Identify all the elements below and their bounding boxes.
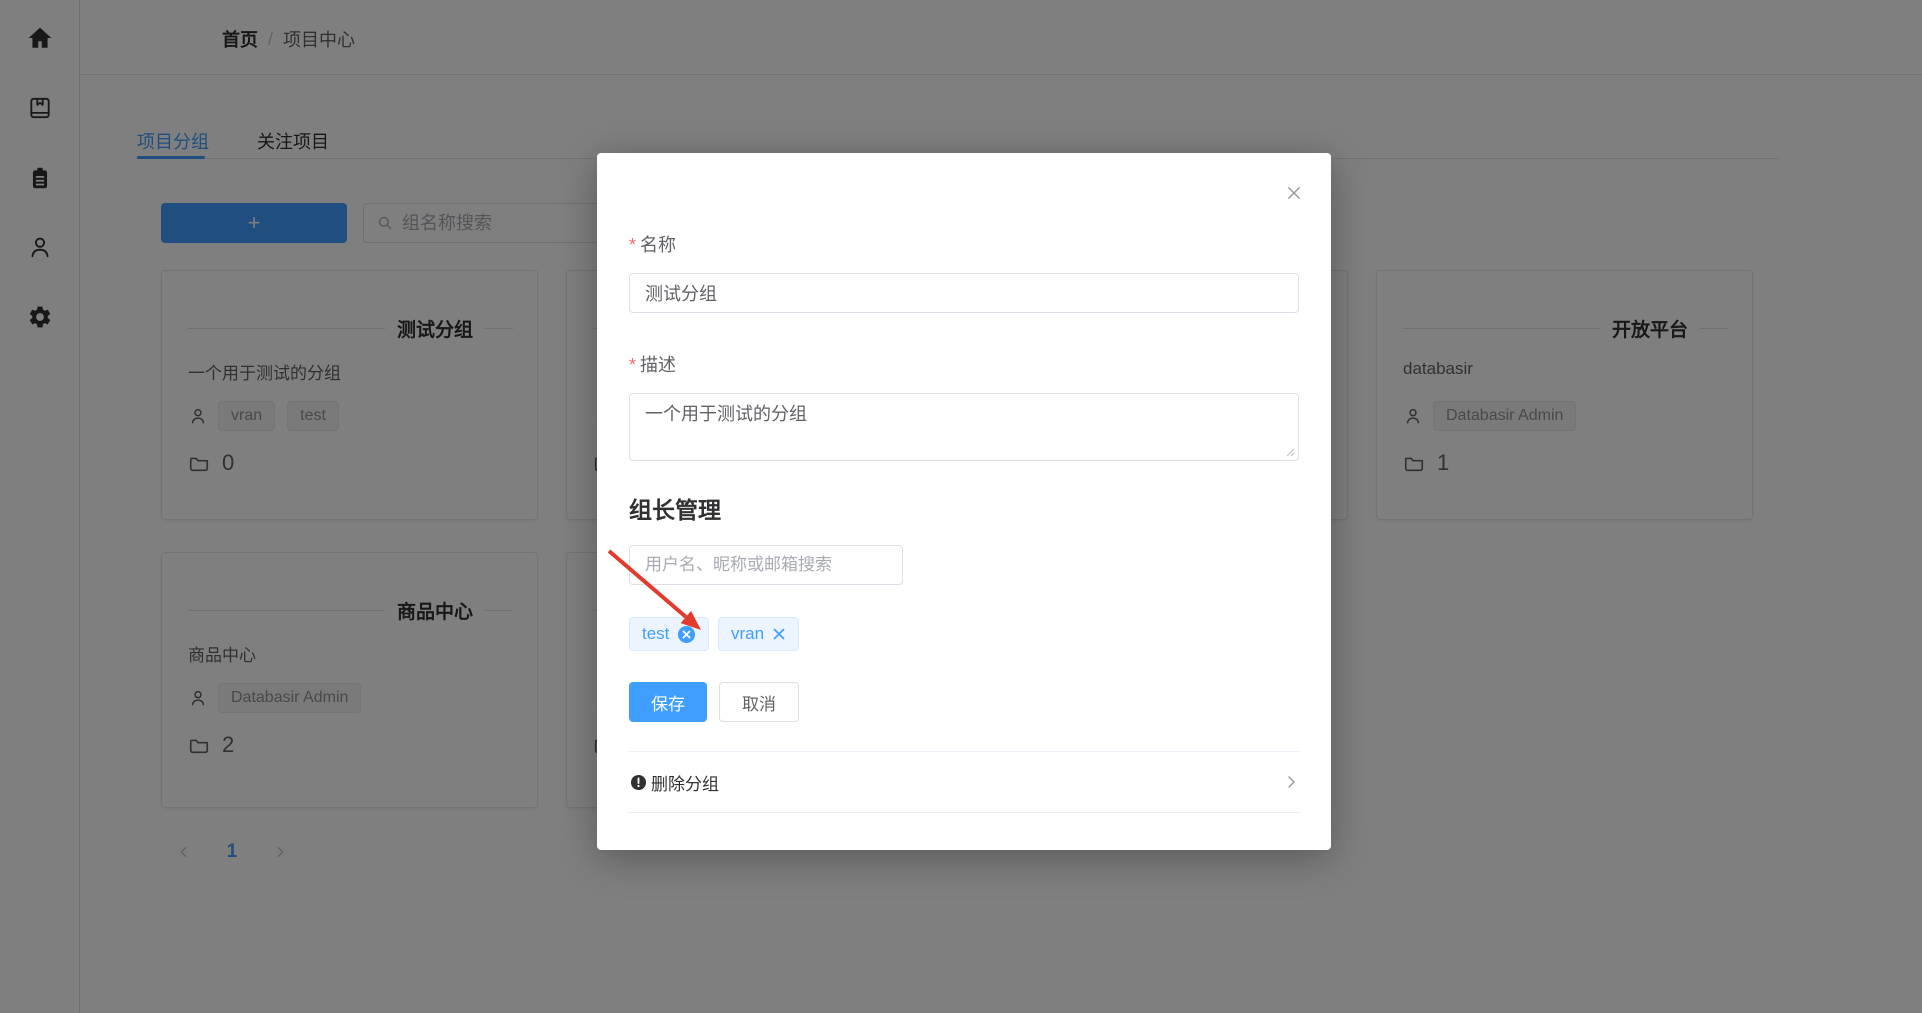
group-owner-section-title: 组长管理 [629, 491, 721, 525]
name-field-label: *名称 [629, 231, 676, 257]
selected-user-name: vran [731, 624, 764, 644]
required-mark: * [629, 235, 636, 255]
circle-close-icon [677, 625, 696, 644]
cancel-button[interactable]: 取消 [719, 682, 799, 722]
save-button[interactable]: 保存 [629, 682, 707, 722]
required-mark: * [629, 355, 636, 375]
dialog-close-button[interactable] [1282, 181, 1306, 205]
remove-user-button[interactable] [677, 625, 696, 644]
user-search-input[interactable] [629, 545, 903, 585]
selected-user-tag: vran [718, 617, 799, 651]
chevron-right-icon [1283, 774, 1299, 790]
delete-group-collapse-row[interactable]: 删除分组 [629, 751, 1299, 813]
name-input[interactable] [629, 273, 1299, 313]
close-icon [772, 627, 786, 641]
edit-group-dialog: *名称 *描述 一个用于测试的分组 组长管理 test vran [597, 153, 1331, 850]
warning-icon [629, 773, 648, 792]
close-icon [1285, 184, 1303, 202]
remove-user-button[interactable] [772, 627, 786, 641]
selected-user-tag: test [629, 617, 709, 651]
delete-group-label: 删除分组 [651, 770, 719, 795]
description-field-label: *描述 [629, 351, 676, 377]
app-root: 首页 / 项目中心 项目分组 关注项目 + 测试分组 一个用于测试的分组 vra… [0, 0, 1922, 1013]
description-textarea[interactable]: 一个用于测试的分组 [629, 393, 1299, 461]
selected-user-name: test [642, 624, 669, 644]
